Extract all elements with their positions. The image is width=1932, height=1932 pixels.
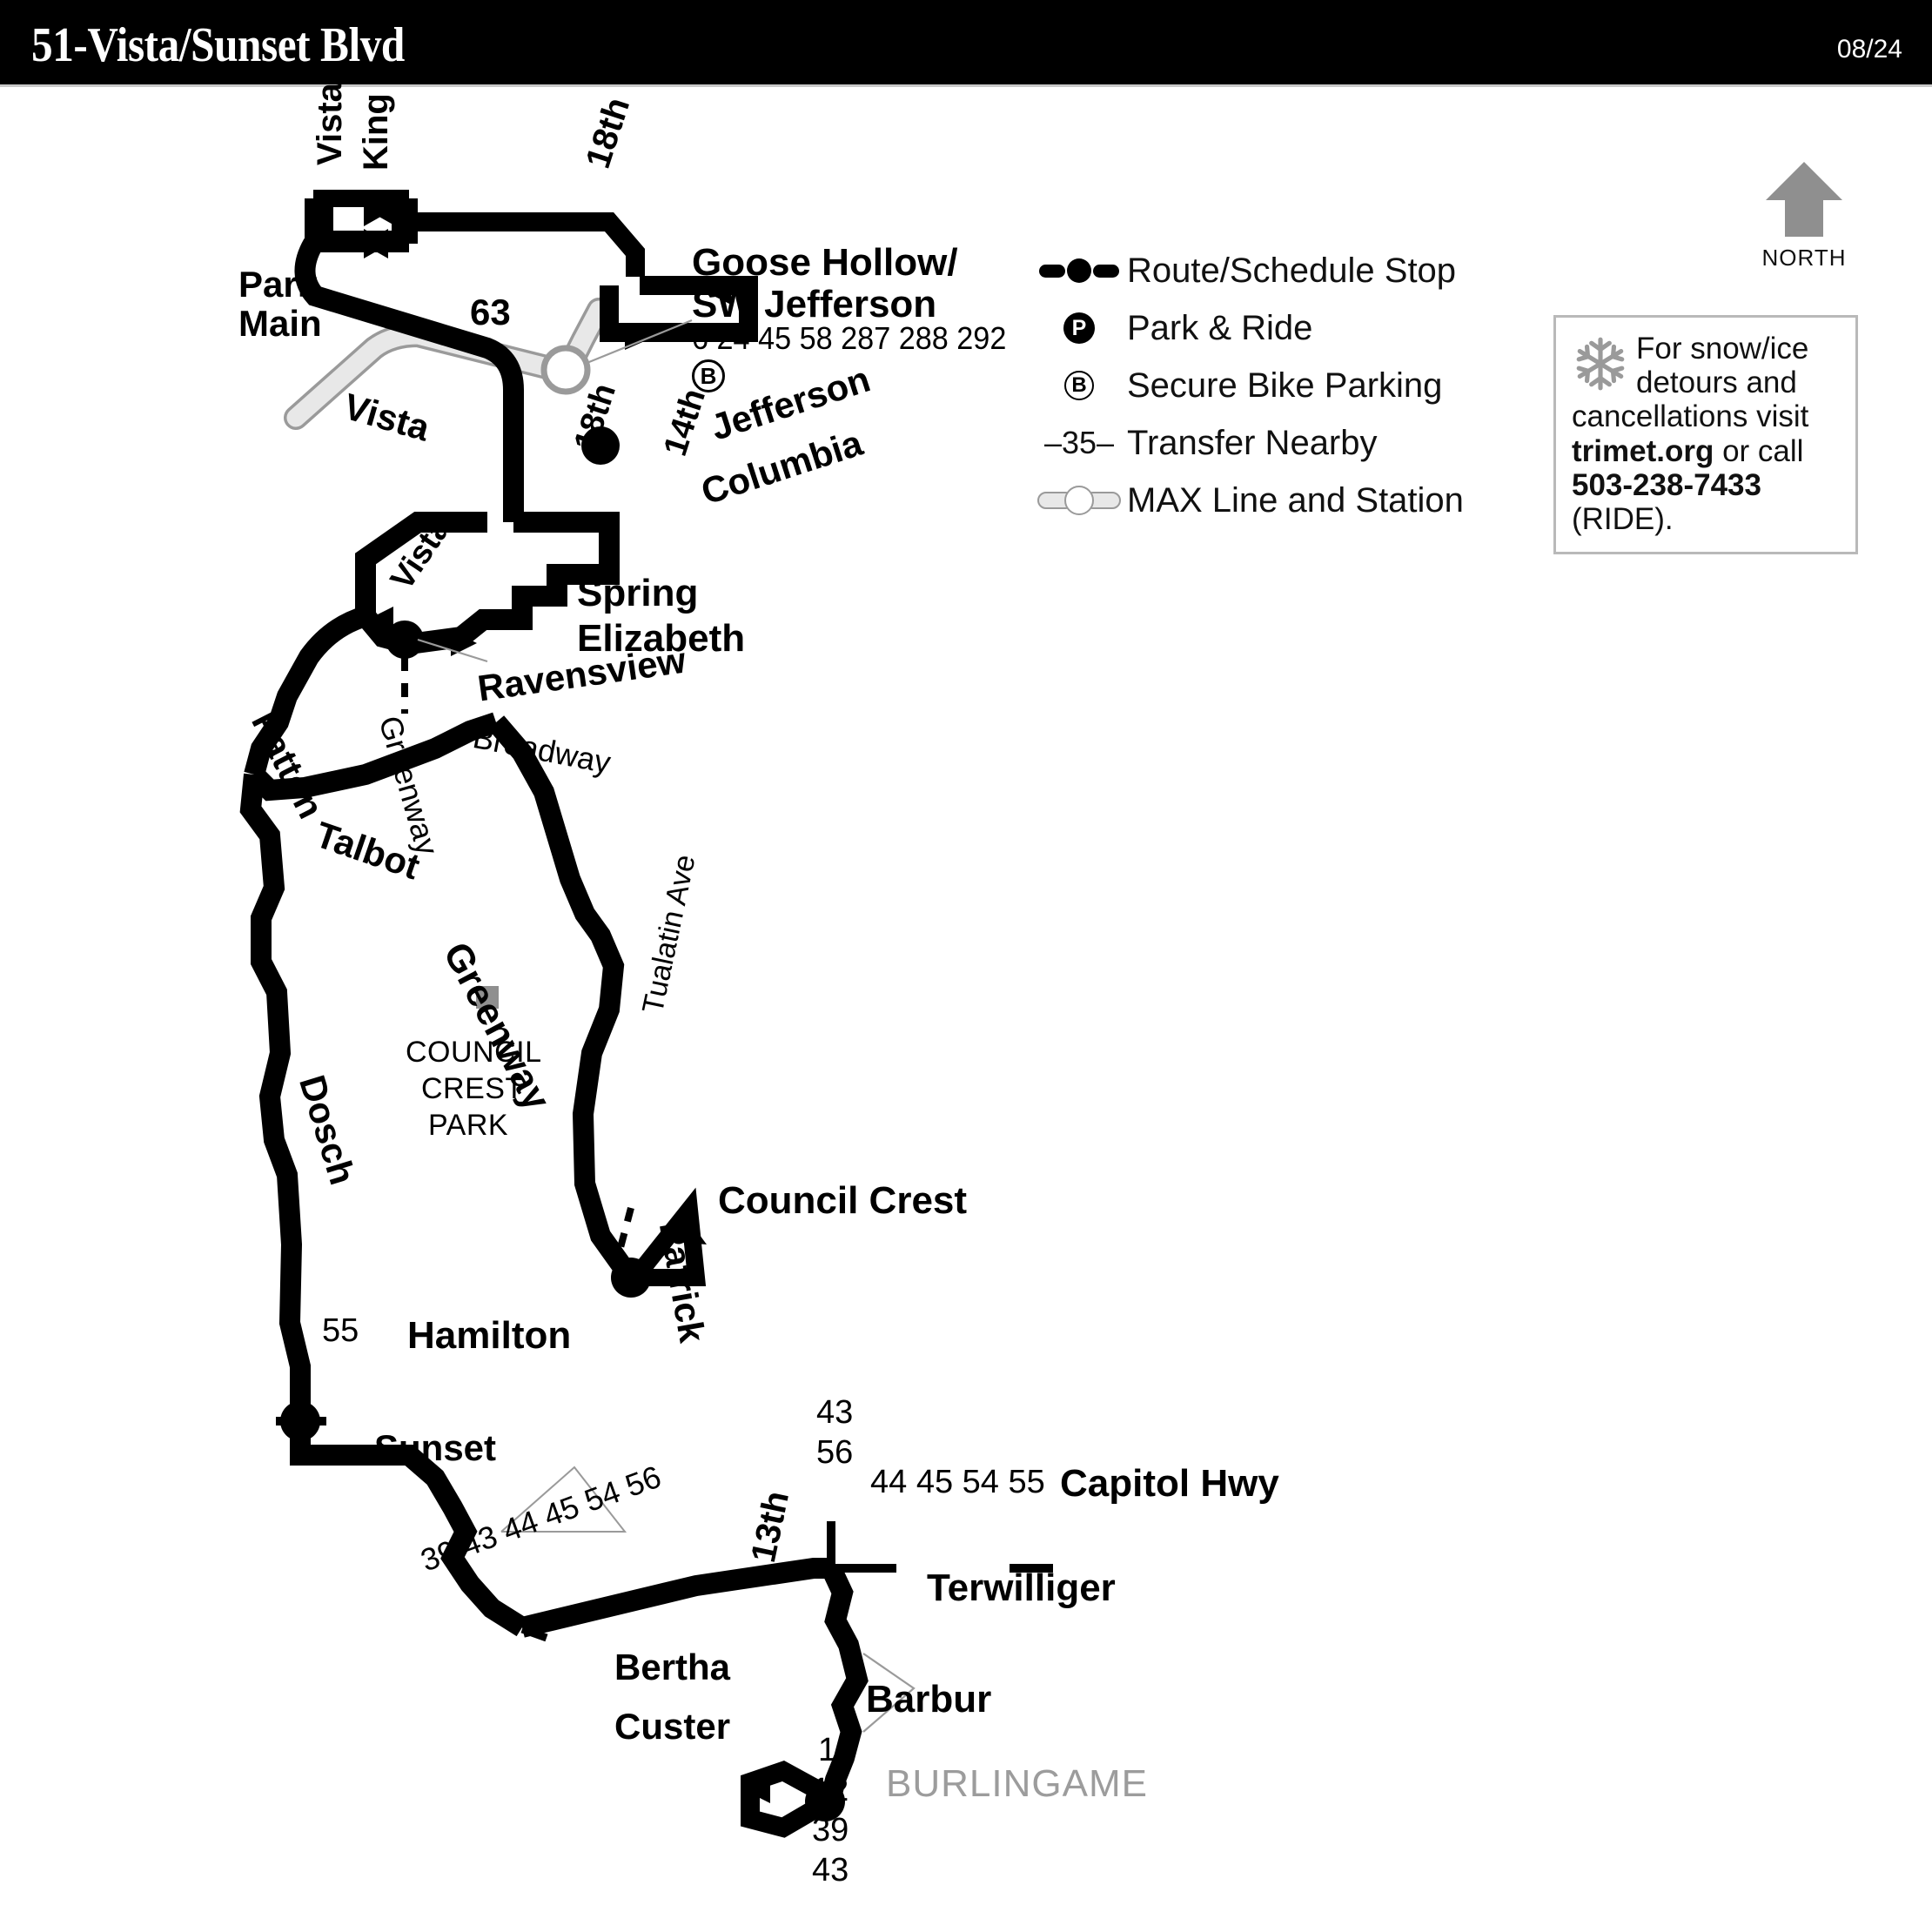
street-label-sunset: Sunset: [374, 1427, 497, 1468]
page-header: 51-Vista/Sunset Blvd 08/24: [0, 0, 1932, 84]
street-label-main: Main: [238, 303, 322, 344]
notice-mid: or call: [1714, 433, 1804, 468]
bike-badge-letter: B: [700, 362, 717, 389]
park-and-ride-glyph: P: [1071, 315, 1087, 340]
secure-bike-parking-icon: B: [1031, 371, 1127, 400]
transfer-nearby-icon: –35–: [1031, 425, 1127, 461]
park-label-line3: PARK: [428, 1109, 509, 1142]
notice-suffix: (RIDE).: [1572, 501, 1674, 536]
street-label-spring: Spring: [577, 572, 699, 614]
transfer-label-barbur-39: 39: [812, 1812, 849, 1848]
compass: NORTH: [1739, 158, 1869, 272]
north-arrow-icon: [1766, 162, 1842, 237]
street-label-custer: Custer: [614, 1706, 731, 1747]
neighborhood-label-burlingame: BURLINGAME: [886, 1762, 1148, 1805]
street-label-capitol-hwy: Capitol Hwy: [1060, 1462, 1279, 1505]
transfer-label-barbur-12: 12: [812, 1772, 849, 1808]
legend-item-park-and-ride: P Park & Ride: [1031, 299, 1519, 357]
notice-link-trimet[interactable]: trimet.org: [1572, 434, 1714, 468]
notice-line3: cancellations visit: [1572, 399, 1809, 434]
legend-item-transfer-nearby: –35– Transfer Nearby: [1031, 414, 1519, 472]
route-map-page: 51-Vista/Sunset Blvd 08/24 Park Main Vis…: [0, 0, 1932, 1932]
transfer-label-barbur-43: 43: [812, 1852, 849, 1888]
snowflake-icon: [1576, 337, 1625, 391]
street-label-bertha: Bertha: [614, 1647, 731, 1687]
notice-phone[interactable]: 503-238-7433: [1572, 468, 1761, 502]
legend-label-secure-bike-parking: Secure Bike Parking: [1127, 366, 1443, 405]
street-label-council-crest: Council Crest: [718, 1179, 968, 1222]
max-line-station-icon: [1031, 486, 1127, 515]
stop-dot-council-crest: [611, 1258, 651, 1298]
street-label-park: Park: [238, 264, 319, 305]
transfer-label-barbur-1: 1: [818, 1732, 837, 1768]
street-label-king: King: [357, 93, 395, 171]
secure-bike-parking-badge-icon: B: [692, 359, 725, 392]
station-transfer-routes: 6 24 45 58 287 288 292: [692, 320, 1007, 356]
legend-label-transfer-nearby: Transfer Nearby: [1127, 423, 1378, 462]
legend-label-max-line: MAX Line and Station: [1127, 480, 1464, 520]
transfer-label-hamilton: 55: [322, 1312, 359, 1349]
legend-label-route-stop: Route/Schedule Stop: [1127, 251, 1457, 290]
bus-route-path: [239, 190, 869, 1838]
map-legend: Route/Schedule Stop P Park & Ride B Secu…: [1031, 242, 1519, 529]
legend-label-park-and-ride: Park & Ride: [1127, 308, 1313, 347]
park-label-line1: COUNCIL: [406, 1036, 542, 1069]
schedule-date: 08/24: [1836, 35, 1902, 64]
route-stop-icon: [1031, 258, 1127, 283]
street-label-terwilliger: Terwilliger: [927, 1566, 1116, 1609]
street-label-vista-top: Vista: [311, 83, 349, 165]
park-label-line2: CREST: [421, 1072, 524, 1105]
street-label-barbur: Barbur: [866, 1678, 992, 1721]
street-label-hamilton: Hamilton: [407, 1314, 572, 1357]
legend-item-max-line: MAX Line and Station: [1031, 472, 1519, 529]
transfer-label-capitol-43: 43: [816, 1394, 854, 1431]
notice-line2: detours and: [1636, 366, 1797, 400]
page-title: 51-Vista/Sunset Blvd: [31, 18, 405, 72]
bike-parking-glyph: B: [1071, 373, 1087, 397]
transfer-label-capitol-56: 56: [816, 1434, 854, 1471]
transfer-label-capitol-horizontal: 44 45 54 55: [870, 1464, 1045, 1500]
snow-ice-notice: For snow/ice detours and cancellations v…: [1553, 315, 1858, 555]
street-label-route-63: 63: [470, 292, 511, 332]
transfer-nearby-glyph: –35–: [1043, 425, 1115, 460]
max-station-goose-hollow: [540, 345, 591, 395]
notice-line1: For snow/ice: [1636, 332, 1809, 366]
station-name-line1: Goose Hollow/: [692, 241, 958, 284]
park-and-ride-icon: P: [1031, 312, 1127, 344]
compass-label: NORTH: [1761, 245, 1847, 271]
legend-item-secure-bike-parking: B Secure Bike Parking: [1031, 357, 1519, 414]
legend-item-route-stop: Route/Schedule Stop: [1031, 242, 1519, 299]
